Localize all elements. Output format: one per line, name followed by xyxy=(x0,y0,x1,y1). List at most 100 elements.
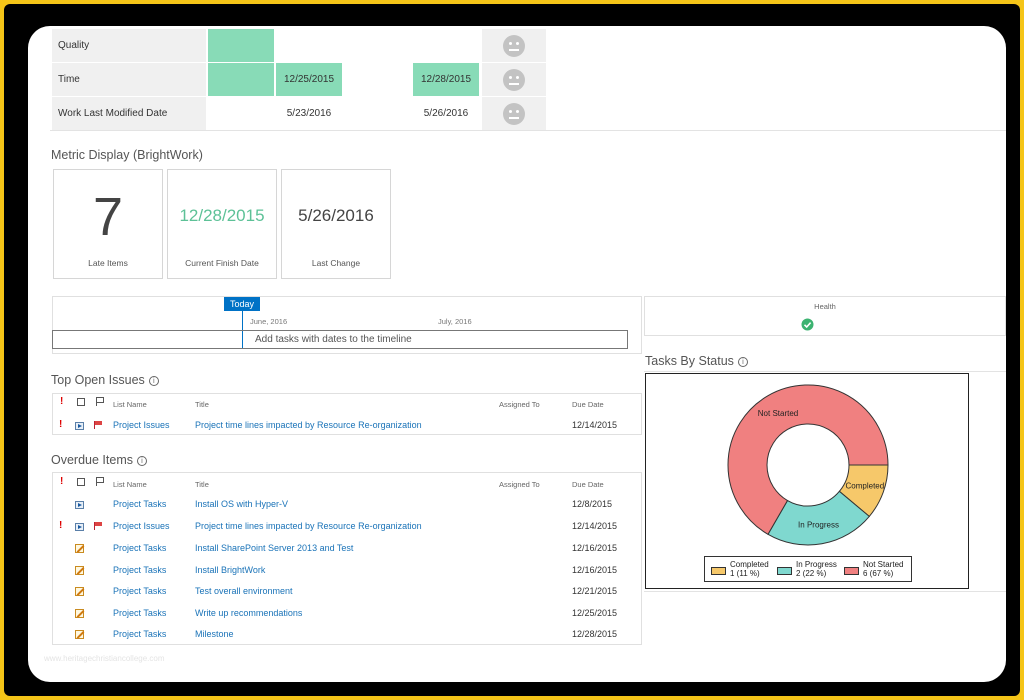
timeline-add-tasks-area[interactable]: Add tasks with dates to the timeline xyxy=(52,330,628,349)
title-link[interactable]: Write up recommendations xyxy=(195,608,302,618)
list-name-link[interactable]: Project Issues xyxy=(113,420,170,430)
legend-item-not-started: Not Started 6 (67 %) xyxy=(863,560,903,578)
list-name-link[interactable]: Project Tasks xyxy=(113,586,166,596)
title-link[interactable]: Install SharePoint Server 2013 and Test xyxy=(195,543,353,553)
top-issues-title-text: Top Open Issues xyxy=(51,373,145,387)
overdue-title-text: Overdue Items xyxy=(51,453,133,467)
title-link[interactable]: Install OS with Hyper-V xyxy=(195,499,288,509)
column-header-title[interactable]: Title xyxy=(195,400,209,409)
due-date: 12/21/2015 xyxy=(572,586,618,596)
donut-label-not-started: Not Started xyxy=(758,409,798,418)
scorecard-cell xyxy=(208,29,274,62)
scorecard-cell: 12/28/2015 xyxy=(413,63,479,96)
metric-tile-last-change: 5/26/2016 Last Change xyxy=(281,169,391,279)
neutral-face-icon xyxy=(503,102,525,125)
status-cell xyxy=(482,63,546,96)
due-date: 12/28/2015 xyxy=(572,629,618,639)
red-flag-icon xyxy=(94,421,103,429)
legend-name: Completed xyxy=(730,560,769,569)
select-all-checkbox[interactable] xyxy=(77,478,85,486)
scorecard-cell xyxy=(208,63,274,96)
legend-swatch-not-started xyxy=(844,567,859,575)
title-link[interactable]: Install BrightWork xyxy=(195,565,265,575)
scorecard-cell: 5/26/2016 xyxy=(423,108,469,119)
scorecard-cell xyxy=(276,29,342,62)
list-name-link[interactable]: Project Issues xyxy=(113,521,170,531)
play-icon xyxy=(75,422,84,430)
metric-value: 5/26/2016 xyxy=(298,206,374,225)
legend-item-completed: Completed 1 (11 %) xyxy=(730,560,769,578)
metric-caption: Late Items xyxy=(88,258,128,268)
title-link[interactable]: Milestone xyxy=(195,629,234,639)
health-label: Health xyxy=(814,302,836,311)
scorecard-row-quality: Quality xyxy=(52,29,546,62)
legend-detail: 2 (22 %) xyxy=(796,569,827,578)
scorecard-cell xyxy=(345,63,411,96)
watermark: www.heritagechristiancollege.com xyxy=(44,654,165,663)
info-icon[interactable]: i xyxy=(737,357,748,367)
divider xyxy=(644,371,1006,372)
timeline-month: June, 2016 xyxy=(250,317,288,326)
task-icon xyxy=(75,609,84,618)
list-name-link[interactable]: Project Tasks xyxy=(113,543,166,553)
column-header-list[interactable]: List Name xyxy=(113,480,147,489)
scorecard-cell xyxy=(413,29,479,62)
due-date: 12/16/2015 xyxy=(572,565,618,575)
select-all-checkbox[interactable] xyxy=(77,398,85,406)
flag-header-icon xyxy=(96,397,105,406)
metric-tile-late-items: 7 Late Items xyxy=(53,169,163,279)
task-icon xyxy=(75,630,84,639)
metric-caption: Last Change xyxy=(311,258,361,268)
list-name-link[interactable]: Project Tasks xyxy=(113,608,166,618)
info-icon[interactable]: i xyxy=(148,376,159,386)
status-cell xyxy=(482,97,546,130)
overdue-list: ! List Name Title Assigned To Due Date P… xyxy=(52,472,642,645)
play-icon xyxy=(75,523,84,531)
status-cell xyxy=(482,29,546,62)
metric-value: 7 xyxy=(92,187,124,247)
important-marker: ! xyxy=(59,520,63,531)
column-header-list[interactable]: List Name xyxy=(113,400,147,409)
column-header-assigned[interactable]: Assigned To xyxy=(499,400,540,409)
neutral-face-icon xyxy=(503,68,525,91)
donut-label-completed: Completed xyxy=(846,482,885,491)
donut-label-in-progress: In Progress xyxy=(798,521,839,530)
scorecard-cell: 12/25/2015 xyxy=(276,63,342,96)
play-icon xyxy=(75,501,84,509)
title-link[interactable]: Project time lines impacted by Resource … xyxy=(195,420,422,430)
device-frame: Quality Time 12/25/2015 12/28/2015 Work … xyxy=(4,4,1020,696)
column-header-due[interactable]: Due Date xyxy=(572,400,604,409)
scorecard-cell xyxy=(345,97,411,130)
list-name-link[interactable]: Project Tasks xyxy=(113,499,166,509)
dashboard-screen: Quality Time 12/25/2015 12/28/2015 Work … xyxy=(28,26,1006,682)
metric-section-title: Metric Display (BrightWork) xyxy=(51,148,203,162)
check-circle-icon xyxy=(801,318,814,331)
info-icon[interactable]: i xyxy=(136,456,147,466)
neutral-face-icon xyxy=(503,34,525,57)
due-date: 12/25/2015 xyxy=(572,608,618,618)
title-link[interactable]: Test overall environment xyxy=(195,586,293,596)
divider xyxy=(50,130,1006,131)
task-icon xyxy=(75,587,84,596)
list-name-link[interactable]: Project Tasks xyxy=(113,629,166,639)
scorecard-cell xyxy=(345,29,411,62)
today-badge: Today xyxy=(224,297,260,311)
divider xyxy=(644,591,1006,592)
list-name-link[interactable]: Project Tasks xyxy=(113,565,166,575)
legend-swatch-completed xyxy=(711,567,726,575)
timeline-month: July, 2016 xyxy=(438,317,472,326)
legend-swatch-in-progress xyxy=(777,567,792,575)
top-issues-title: Top Open Issues i xyxy=(51,373,159,387)
due-date: 12/14/2015 xyxy=(572,420,618,430)
due-date: 12/14/2015 xyxy=(572,521,618,531)
column-header-title[interactable]: Title xyxy=(195,480,209,489)
metric-tile-finish-date: 12/28/2015 Current Finish Date xyxy=(167,169,277,279)
scorecard-row-time: Time 12/25/2015 12/28/2015 xyxy=(52,63,546,96)
legend-item-in-progress: In Progress 2 (22 %) xyxy=(796,560,837,578)
column-header-due[interactable]: Due Date xyxy=(572,480,604,489)
title-link[interactable]: Project time lines impacted by Resource … xyxy=(195,521,422,531)
important-marker: ! xyxy=(59,419,63,430)
legend-name: Not Started xyxy=(863,560,904,569)
column-header-assigned[interactable]: Assigned To xyxy=(499,480,540,489)
red-flag-icon xyxy=(94,522,103,530)
